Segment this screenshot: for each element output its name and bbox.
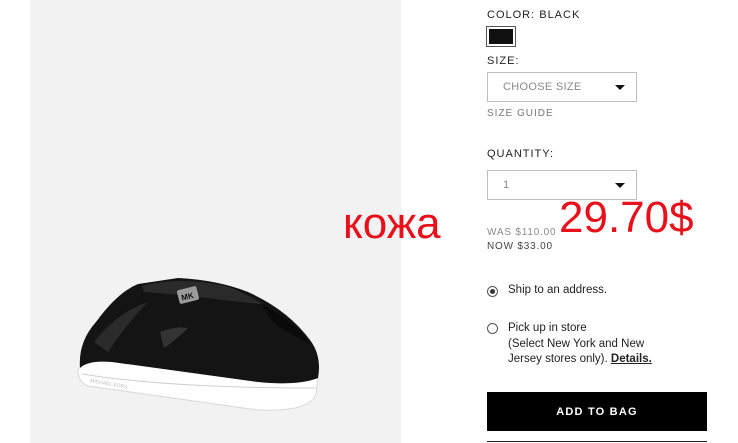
pickup-in-store-radio[interactable] bbox=[487, 323, 498, 334]
quantity-select-value: 1 bbox=[503, 179, 510, 191]
pickup-in-store-label: Pick up in store (Select New York and Ne… bbox=[508, 321, 652, 368]
quantity-select[interactable]: 1 bbox=[487, 170, 637, 200]
was-price: WAS $110.00 bbox=[487, 227, 557, 238]
size-select-value: CHOOSE SIZE bbox=[503, 81, 582, 93]
slip-on-sneaker-image: MK MICHAEL KORS bbox=[77, 278, 319, 411]
divider bbox=[487, 441, 707, 442]
swatch-fill bbox=[489, 29, 513, 44]
overlay-price-text: 29.70$ bbox=[559, 193, 694, 242]
ship-to-address-radio[interactable] bbox=[487, 286, 498, 297]
now-price: NOW $33.00 bbox=[487, 241, 553, 252]
pickup-line-2: (Select New York and New bbox=[508, 337, 645, 350]
pickup-line-3-text: Jersey stores only). bbox=[508, 353, 608, 365]
add-to-bag-button[interactable]: ADD TO BAG bbox=[487, 392, 707, 431]
ship-to-address-label[interactable]: Ship to an address. bbox=[508, 283, 607, 299]
pickup-line-1[interactable]: Pick up in store bbox=[508, 321, 652, 337]
quantity-label: QUANTITY: bbox=[487, 148, 555, 160]
size-select[interactable]: CHOOSE SIZE bbox=[487, 72, 637, 102]
color-label: COLOR: BLACK bbox=[487, 9, 581, 21]
color-swatch-black[interactable] bbox=[486, 26, 516, 47]
overlay-material-text: кожа bbox=[343, 199, 441, 248]
details-link[interactable]: Details. bbox=[611, 353, 652, 365]
chevron-down-icon bbox=[615, 85, 625, 90]
size-label: SIZE: bbox=[487, 55, 520, 67]
pickup-line-3: Jersey stores only). Details. bbox=[508, 352, 652, 368]
chevron-down-icon bbox=[615, 183, 625, 188]
size-guide-link[interactable]: SIZE GUIDE bbox=[487, 108, 554, 119]
